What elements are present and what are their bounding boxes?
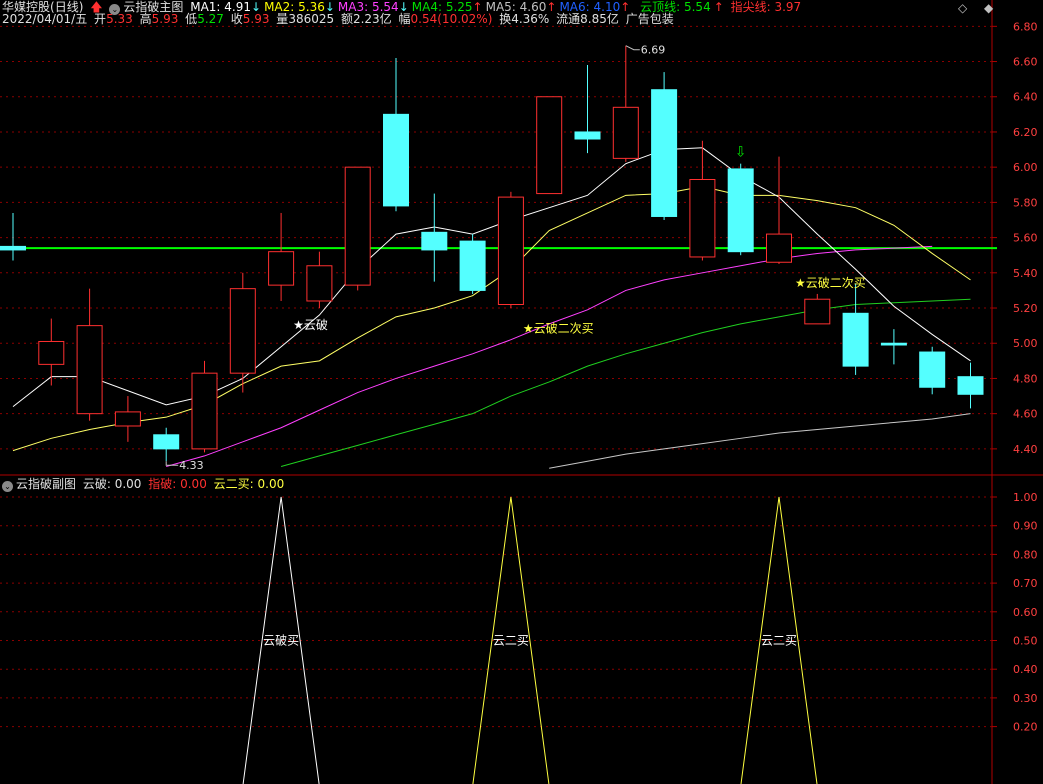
candle-body-down <box>459 240 486 291</box>
candle-body-down <box>957 376 984 395</box>
y-axis-label: 6.80 <box>1013 20 1038 33</box>
y-axis-label: 6.00 <box>1013 161 1038 174</box>
close-label: 收 <box>230 12 243 26</box>
sub-y-axis-label: 1.00 <box>1013 491 1038 504</box>
y-axis-label: 5.60 <box>1013 232 1038 245</box>
candle-body-up <box>689 178 716 258</box>
candle-body-down <box>574 131 601 140</box>
volume-value: 386025 <box>288 12 335 26</box>
sub-y-axis-label: 0.90 <box>1013 520 1038 533</box>
open-label: 开 <box>94 12 107 26</box>
volume-label: 量 <box>276 12 289 26</box>
y-axis-label: 6.20 <box>1013 126 1038 139</box>
candle-body-down <box>0 245 26 251</box>
green-arrow-icon: ⇩ <box>735 145 747 161</box>
yun2-signal-label: ★云破二次买 <box>523 321 594 336</box>
candle-body-down <box>919 351 946 388</box>
low-price-label: 4.33 <box>179 459 204 472</box>
amount-value: 额2.23亿 <box>340 12 392 26</box>
y-axis-label: 4.60 <box>1013 408 1038 421</box>
high-label: 高 <box>139 12 152 26</box>
sub-y-axis-label: 0.20 <box>1013 721 1038 734</box>
float-cap-value: 流通8.85亿 <box>556 12 619 26</box>
y-axis-label: 6.60 <box>1013 56 1038 69</box>
candle-body-up <box>76 325 103 415</box>
sub-y-axis-label: 0.30 <box>1013 692 1038 705</box>
y-axis-label: 4.40 <box>1013 443 1038 456</box>
candle-body-up <box>612 106 639 159</box>
up-arrow-icon: ↑ <box>713 0 724 14</box>
candle-body-down <box>383 113 409 207</box>
sub-y-axis-label: 0.70 <box>1013 577 1038 590</box>
diamond-filled-icon[interactable]: ◆ <box>984 1 993 15</box>
candle-body-up <box>191 372 218 450</box>
candle-body-down <box>651 89 678 217</box>
candle-body-up <box>536 96 563 195</box>
candle-body-down <box>421 231 448 251</box>
y-axis-label: 6.40 <box>1013 91 1038 104</box>
ad-tag[interactable]: 广告包装 <box>626 12 674 26</box>
y-axis-label: 5.00 <box>1013 337 1038 350</box>
candle-body-up <box>766 233 792 263</box>
close-value: 5.93 <box>242 12 270 26</box>
change-value: 0.54(10.02%) <box>410 12 493 26</box>
yunpo-value: 云破: 0.00 <box>82 477 142 491</box>
yun2-value: 云二买: 0.00 <box>213 477 285 491</box>
ma5-line <box>549 413 971 469</box>
y-axis-label: 5.40 <box>1013 267 1038 280</box>
candle-body-down <box>727 168 754 253</box>
candle-body-down <box>880 342 907 346</box>
open-value: 5.33 <box>106 12 133 26</box>
high-value: 5.93 <box>151 12 179 26</box>
low-value: 5.27 <box>197 12 224 26</box>
yun2-signal-label: ★云破二次买 <box>795 275 866 290</box>
candle-body-up <box>268 251 295 286</box>
signal-spike-label: 云二买 <box>761 634 797 648</box>
date: 2022/04/01/五 <box>2 12 88 26</box>
y-axis-label: 4.80 <box>1013 372 1038 385</box>
sub-header: ⌄ 云指破副图 云破: 0.00 指破: 0.00 云二买: 0.00 <box>2 477 287 492</box>
sub-y-axis-label: 0.40 <box>1013 663 1038 676</box>
high-price-label: 6.69 <box>641 44 666 57</box>
quote-header: 2022/04/01/五 开5.33 高5.93 低5.27 收5.93 量38… <box>2 12 677 26</box>
y-axis-label: 5.20 <box>1013 302 1038 315</box>
candle-body-up <box>306 265 333 302</box>
candle-body-up <box>229 288 256 374</box>
candle-body-up <box>344 166 371 286</box>
zhijian-value: 指尖线: 3.97 <box>730 0 802 14</box>
high-marker-line <box>625 45 640 51</box>
zhipo-value: 指破: 0.00 <box>148 477 207 491</box>
candle-body-up <box>38 340 65 365</box>
low-label: 低 <box>185 12 198 26</box>
chevron-down-icon[interactable]: ⌄ <box>2 481 13 492</box>
kline-chart[interactable]: 6.80 6.60 6.40 6.20 6.00 5.80 5.60 5.40 5.20 5.00… <box>0 0 1043 784</box>
sub-y-axis-label: 0.60 <box>1013 606 1038 619</box>
candle-body-up <box>804 298 831 325</box>
candle-body-up <box>114 411 141 427</box>
yunpo-signal-label: ★云破 <box>293 317 328 332</box>
candle-body-down <box>842 312 869 367</box>
candle-body-up <box>497 196 524 306</box>
y-axis-label: 5.80 <box>1013 196 1038 209</box>
turnover-value: 换4.36% <box>499 12 550 26</box>
sub-y-axis-label: 0.50 <box>1013 635 1038 648</box>
sub-y-axis-label: 0.80 <box>1013 548 1038 561</box>
signal-spike-label: 云二买 <box>493 634 529 648</box>
candle-body-down <box>153 434 180 450</box>
change-label: 幅 <box>398 12 411 26</box>
sub-indicator-name[interactable]: 云指破副图 <box>16 477 76 491</box>
signal-spike-label: 云破买 <box>263 633 299 648</box>
diamond-icon[interactable]: ◇ <box>958 1 967 15</box>
